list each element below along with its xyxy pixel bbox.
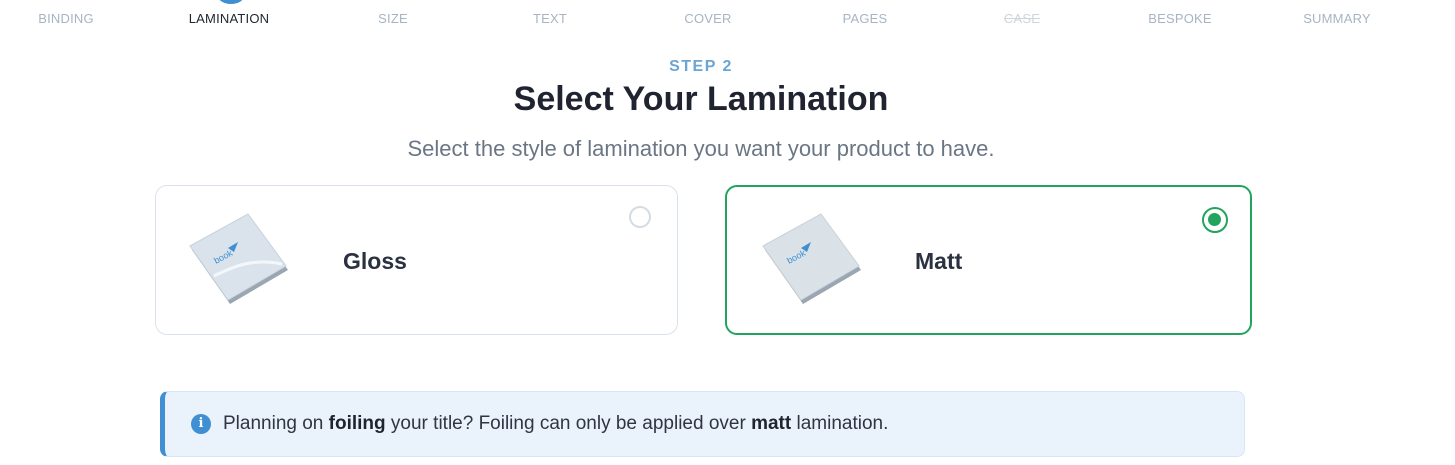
info-alert: i Planning on foiling your title? Foilin… [160,391,1245,457]
radio-selected[interactable] [1202,207,1228,233]
lamination-option-gloss[interactable]: book Gloss [155,185,678,335]
book-thumbnail-image: book [189,213,288,304]
step-lamination[interactable]: LAMINATION [189,11,270,26]
step-pages[interactable]: PAGES [843,11,888,26]
info-icon: i [191,414,211,434]
radio-unselected[interactable] [629,206,651,228]
step-number-label: STEP 2 [669,58,733,75]
alert-message: Planning on foiling your title? Foiling … [223,413,889,434]
lamination-option-matt[interactable]: book Matt [725,185,1252,335]
step-size[interactable]: SIZE [378,11,408,26]
page-title: Select Your Lamination [513,80,889,118]
page-subtitle: Select the style of lamination you want … [407,136,995,161]
active-step-indicator [218,0,244,4]
option-label-gloss: Gloss [343,248,407,274]
step-navigation: BINDING LAMINATION SIZE TEXT COVER PAGES… [0,0,1455,36]
step-text[interactable]: TEXT [533,11,567,26]
book-thumbnail-image: book [762,213,861,304]
option-label-matt: Matt [915,248,963,274]
step-bespoke[interactable]: BESPOKE [1148,11,1212,26]
step-summary[interactable]: SUMMARY [1303,11,1371,26]
step-binding[interactable]: BINDING [38,11,94,26]
step-case: CASE [1003,11,1041,26]
step-cover[interactable]: COVER [684,11,731,26]
